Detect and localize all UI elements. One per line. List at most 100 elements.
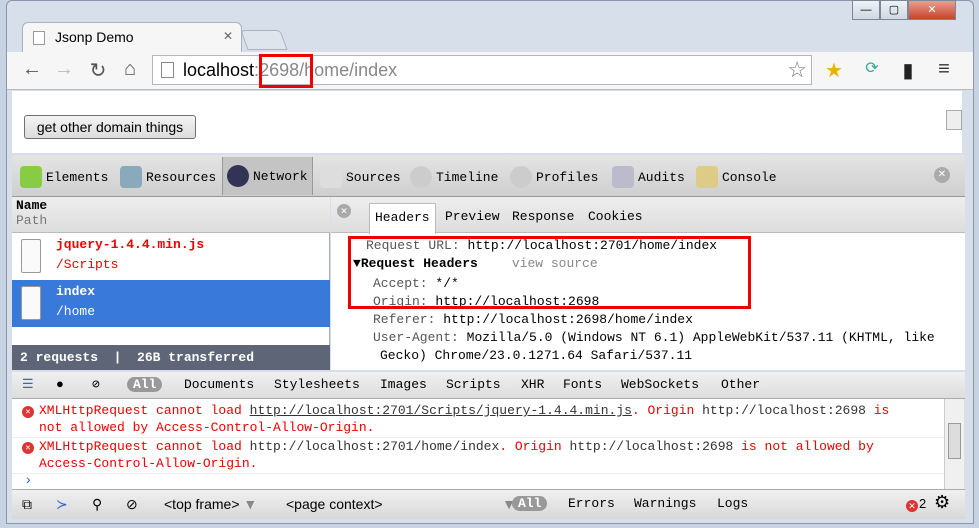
filter-all[interactable]: All: [127, 377, 163, 392]
sources-icon: [320, 166, 342, 188]
console-scrollbar[interactable]: [944, 399, 964, 489]
level-logs[interactable]: Logs: [717, 496, 748, 511]
close-devtools-icon[interactable]: ✕: [934, 167, 950, 183]
profiles-icon: [510, 166, 532, 188]
scroll-thumb[interactable]: [948, 423, 961, 459]
panel-audits[interactable]: Audits: [612, 165, 685, 189]
record-icon[interactable]: ●: [56, 377, 64, 392]
tab-preview[interactable]: Preview: [445, 209, 500, 224]
request-name: index: [56, 284, 96, 299]
level-errors[interactable]: Errors: [568, 496, 615, 511]
devtools-status-bar: ⧉ ≻ ⚲ ⊘ <top frame> ▼ <page context> ▼ Al…: [12, 489, 965, 519]
panel-network[interactable]: Network: [222, 157, 313, 195]
text: not allowed by Access-Control-Allow-Orig…: [39, 420, 375, 435]
tab-response[interactable]: Response: [512, 209, 574, 224]
dock-icon[interactable]: ⧉: [22, 496, 32, 513]
error-count[interactable]: 2: [919, 496, 926, 511]
console-error: ✕ XMLHttpRequest cannot load http://loca…: [12, 438, 944, 474]
error-count-icon: ✕: [906, 500, 918, 512]
filter-other[interactable]: Other: [721, 377, 760, 392]
header-line: Referer: http://localhost:2698/home/inde…: [373, 311, 693, 329]
panel-icon[interactable]: ▮: [896, 58, 920, 83]
value: http://localhost:2698/home/index: [443, 312, 693, 327]
label: User-Agent:: [373, 330, 459, 345]
close-window-button[interactable]: ✕: [908, 0, 956, 20]
text: . Origin: [499, 439, 570, 454]
url-host: localhost: [183, 60, 255, 80]
request-list: Name Path jquery-1.4.4.min.js /Scripts in…: [12, 197, 330, 370]
console-prompt[interactable]: ›: [24, 473, 32, 489]
elements-icon: [20, 166, 42, 188]
detail-tabs: ✕ Headers Preview Response Cookies: [331, 197, 965, 234]
get-other-domain-button[interactable]: get other domain things: [24, 115, 196, 139]
extension-star-icon[interactable]: ★: [822, 58, 846, 83]
home-icon[interactable]: ⌂: [118, 58, 142, 81]
panel-profiles[interactable]: Profiles: [510, 165, 598, 189]
highlight-headers: [348, 236, 751, 309]
panel-timeline[interactable]: Timeline: [410, 165, 498, 189]
panel-label: Network: [253, 168, 308, 184]
error-icon: ✕: [22, 406, 34, 418]
panel-sources[interactable]: Sources: [320, 165, 401, 189]
panel-console[interactable]: Console: [696, 165, 777, 189]
panel-label: Profiles: [536, 169, 599, 185]
reload-icon[interactable]: ↻: [86, 58, 110, 83]
filter-xhr[interactable]: XHR: [521, 377, 544, 392]
tab-headers[interactable]: Headers: [369, 203, 436, 234]
text: Access-Control-Allow-Origin.: [39, 456, 258, 471]
settings-gear-icon[interactable]: ⚙: [934, 492, 950, 513]
bookmark-star-icon[interactable]: ☆: [787, 57, 807, 83]
filter-documents[interactable]: Documents: [184, 377, 254, 392]
address-bar[interactable]: localhost:2698/home/index ☆: [152, 55, 812, 85]
clear-console-icon[interactable]: ⊘: [126, 496, 138, 513]
dropdown-icon: ▼: [243, 496, 258, 512]
request-row[interactable]: jquery-1.4.4.min.js /Scripts: [12, 233, 330, 280]
filter-images[interactable]: Images: [380, 377, 427, 392]
maximize-button[interactable]: ▢: [880, 0, 908, 20]
level-warnings[interactable]: Warnings: [634, 496, 696, 511]
minimize-button[interactable]: —: [852, 0, 880, 20]
request-row-selected[interactable]: index /home: [12, 280, 330, 327]
clear-icon[interactable]: ⊘: [92, 377, 100, 392]
filter-websockets[interactable]: WebSockets: [621, 377, 699, 392]
menu-icon[interactable]: ≡: [932, 58, 956, 81]
error-link[interactable]: http://localhost:2701/Scripts/jquery-1.4…: [250, 403, 632, 418]
context-select[interactable]: <page context> ▼: [286, 496, 516, 512]
value: <page context>: [286, 496, 383, 512]
text: XMLHttpRequest cannot load: [39, 439, 250, 454]
panel-elements[interactable]: Elements: [20, 165, 108, 189]
header-line: User-Agent: Mozilla/5.0 (Windows NT 6.1)…: [373, 329, 935, 347]
console-messages: ✕ XMLHttpRequest cannot load http://loca…: [12, 399, 944, 489]
browser-tab[interactable]: Jsonp Demo ✕: [22, 22, 242, 52]
tab-cookies[interactable]: Cookies: [588, 209, 643, 224]
label: Referer:: [373, 312, 436, 327]
file-icon: [21, 239, 41, 273]
close-tab-icon[interactable]: ✕: [223, 29, 233, 43]
extension-icon[interactable]: ⟳: [860, 58, 884, 78]
level-all[interactable]: All: [512, 496, 548, 511]
panel-label: Console: [722, 169, 777, 185]
error-url: http://localhost:2701/home/index: [249, 439, 500, 454]
error-icon: ✕: [22, 442, 34, 454]
name-column[interactable]: Name: [16, 198, 47, 213]
panel-resources[interactable]: Resources: [120, 165, 216, 189]
forward-icon[interactable]: →: [52, 58, 76, 81]
filter-stylesheets[interactable]: Stylesheets: [274, 377, 360, 392]
text: is: [865, 403, 890, 418]
new-tab-button[interactable]: [240, 30, 288, 50]
search-icon[interactable]: ⚲: [92, 496, 102, 513]
console-filter-bar: ☰ ● ⊘ All Documents Stylesheets Images S…: [12, 372, 965, 399]
frame-select[interactable]: <top frame> ▼: [164, 496, 257, 512]
page-scrollbar[interactable]: [946, 110, 962, 130]
origin: http://localhost:2698: [702, 403, 866, 418]
tab-title: Jsonp Demo: [55, 29, 134, 45]
url-path: /home/index: [299, 60, 398, 80]
console-icon: [696, 166, 718, 188]
list-icon[interactable]: ☰: [22, 377, 34, 392]
back-icon[interactable]: ←: [20, 58, 44, 81]
filter-fonts[interactable]: Fonts: [563, 377, 602, 392]
close-detail-icon[interactable]: ✕: [337, 204, 351, 218]
text: XMLHttpRequest cannot load: [39, 403, 250, 418]
filter-scripts[interactable]: Scripts: [446, 377, 501, 392]
console-toggle-icon[interactable]: ≻: [56, 496, 68, 513]
